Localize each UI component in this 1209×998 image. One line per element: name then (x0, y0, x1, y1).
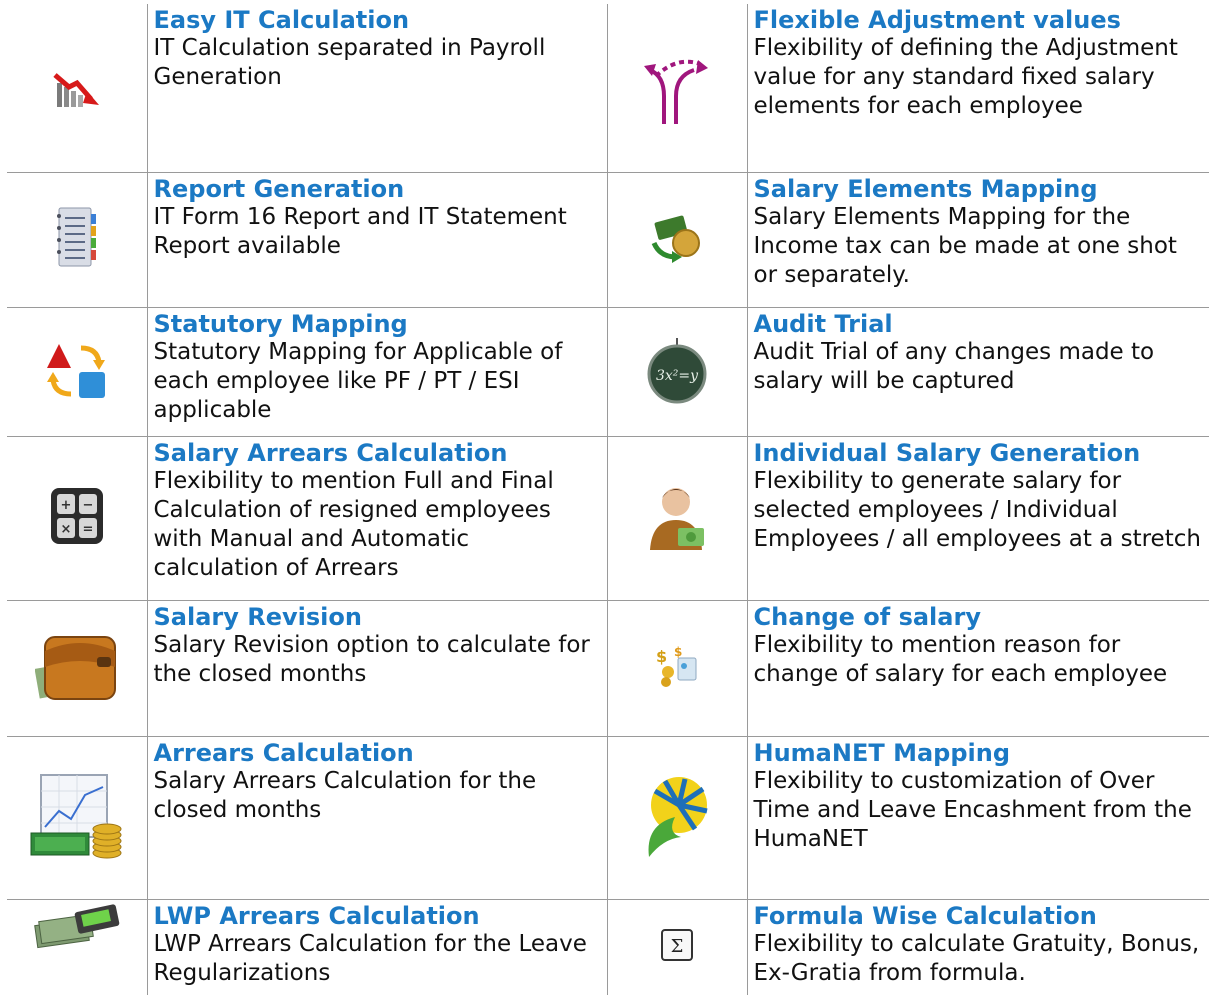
feature-description: Flexibility to mention Full and Final Ca… (153, 467, 554, 581)
feature-title: Easy IT Calculation (153, 6, 410, 34)
feature-description: Flexibility to mention reason for change… (753, 631, 1168, 687)
feature-icon-cell (7, 735, 148, 900)
feature-row: LWP Arrears Calculation LWP Arrears Calc… (7, 898, 1209, 995)
coins-change-icon: $ $ (654, 644, 700, 692)
feature-description: IT Form 16 Report and IT Statement Repor… (153, 203, 567, 259)
feature-icon-cell (7, 4, 148, 173)
feature-cell: Flexible Adjustment values Flexibility o… (746, 4, 1209, 173)
feature-icon-cell (7, 306, 148, 437)
feature-cell: Salary Revision Salary Revision option t… (146, 599, 608, 737)
feature-title: Arrears Calculation (153, 738, 414, 767)
feature-icon-cell (606, 735, 748, 900)
humanet-logo-icon (641, 773, 713, 863)
feature-icon-cell (7, 898, 148, 995)
feature-description: LWP Arrears Calculation for the Leave Re… (153, 930, 587, 986)
features-table: Easy IT Calculation IT Calculation separ… (7, 4, 1209, 995)
feature-row: Report Generation IT Form 16 Report and … (7, 171, 1209, 308)
feature-title: Flexible Adjustment values (753, 6, 1121, 34)
feature-cell: Individual Salary Generation Flexibility… (746, 435, 1209, 601)
feature-row: + − × = Salary Arrears Calculation Flexibi… (7, 435, 1209, 601)
feature-cell: HumaNET Mapping Flexibility to customiza… (746, 735, 1209, 900)
feature-icon-cell (606, 171, 748, 308)
feature-description: Salary Arrears Calculation for the close… (153, 767, 537, 823)
feature-row: Arrears Calculation Salary Arrears Calcu… (7, 735, 1209, 900)
sigma-icon: Σ (660, 928, 694, 966)
declining-chart-icon (47, 61, 107, 115)
feature-icon-cell (7, 599, 148, 737)
feature-title: Salary Arrears Calculation (153, 438, 508, 467)
notebook-report-icon (55, 206, 99, 274)
svg-text:3x²=y: 3x²=y (656, 368, 699, 384)
feature-title: Report Generation (153, 174, 405, 203)
feature-icon-cell: 3x²=y (606, 306, 748, 437)
feature-cell: Salary Elements Mapping Salary Elements … (746, 171, 1209, 308)
feature-description: Flexibility to calculate Gratuity, Bonus… (753, 930, 1200, 986)
formula-board-icon: 3x²=y (643, 336, 711, 408)
feature-row: Salary Revision Salary Revision option t… (7, 599, 1209, 737)
feature-cell: Formula Wise Calculation Flexibility to … (746, 898, 1209, 995)
person-money-icon (646, 480, 708, 556)
feature-icon-cell: Σ (606, 898, 748, 995)
svg-text:=: = (82, 522, 93, 537)
feature-icon-cell: $ $ (606, 599, 748, 737)
feature-icon-cell (7, 171, 148, 308)
feature-cell: Change of salary Flexibility to mention … (746, 599, 1209, 737)
svg-text:Σ: Σ (671, 936, 684, 957)
feature-description: Flexibility to generate salary for selec… (753, 467, 1201, 552)
feature-icon-cell: + − × = (7, 435, 148, 601)
feature-description: Audit Trial of any changes made to salar… (753, 338, 1155, 394)
feature-cell: LWP Arrears Calculation LWP Arrears Calc… (146, 898, 608, 995)
feature-row: Easy IT Calculation IT Calculation separ… (7, 4, 1209, 173)
svg-text:$: $ (656, 647, 667, 666)
feature-title: Formula Wise Calculation (753, 901, 1097, 930)
feature-description: IT Calculation separated in Payroll Gene… (153, 35, 546, 90)
feature-title: Salary Elements Mapping (753, 174, 1098, 203)
feature-cell: Easy IT Calculation IT Calculation separ… (146, 4, 608, 173)
svg-text:−: − (82, 498, 93, 513)
feature-title: Individual Salary Generation (753, 438, 1141, 467)
svg-text:$: $ (674, 645, 682, 659)
chart-money-icon (29, 771, 125, 865)
feature-description: Flexibility to customization of Over Tim… (753, 767, 1192, 852)
feature-icon-cell (606, 4, 748, 173)
feature-title: Salary Revision (153, 602, 362, 631)
feature-title: Audit Trial (753, 309, 893, 338)
shapes-mapping-icon (45, 338, 109, 406)
feature-row: Statutory Mapping Statutory Mapping for … (7, 306, 1209, 437)
feature-cell: Audit Trial Audit Trial of any changes m… (746, 306, 1209, 437)
calculator-icon: + − × = (49, 486, 105, 550)
feature-cell: Arrears Calculation Salary Arrears Calcu… (146, 735, 608, 900)
svg-text:+: + (60, 498, 71, 513)
feature-description: Statutory Mapping for Applicable of each… (153, 338, 563, 423)
feature-cell: Report Generation IT Form 16 Report and … (146, 171, 608, 308)
feature-description: Salary Elements Mapping for the Income t… (753, 203, 1177, 288)
feature-cell: Statutory Mapping Statutory Mapping for … (146, 306, 608, 437)
feature-icon-cell (606, 435, 748, 601)
feature-title: Statutory Mapping (153, 309, 408, 338)
feature-description: Salary Revision option to calculate for … (153, 631, 590, 687)
feature-title: HumaNET Mapping (753, 738, 1011, 767)
feature-title: Change of salary (753, 602, 981, 631)
money-mapping-icon (650, 213, 704, 267)
svg-text:×: × (60, 522, 71, 537)
branching-arrows-icon (642, 46, 712, 130)
cash-terminal-icon (32, 903, 122, 954)
feature-description: Flexibility of defining the Adjustment v… (753, 35, 1178, 119)
feature-title: LWP Arrears Calculation (153, 901, 480, 930)
wallet-icon (34, 627, 119, 709)
feature-cell: Salary Arrears Calculation Flexibility t… (146, 435, 608, 601)
